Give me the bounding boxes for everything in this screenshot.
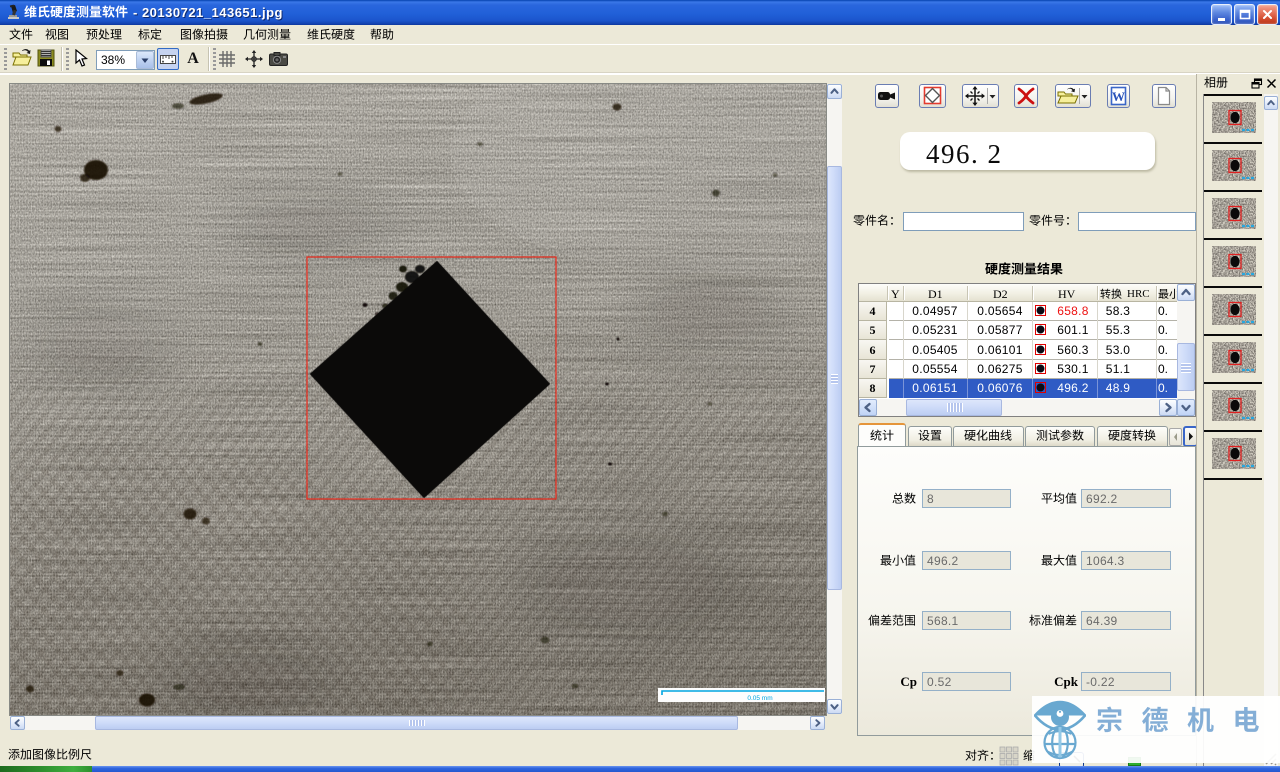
svg-text:W: W xyxy=(1112,89,1125,104)
svg-text:0.05 mm: 0.05 mm xyxy=(747,695,772,702)
